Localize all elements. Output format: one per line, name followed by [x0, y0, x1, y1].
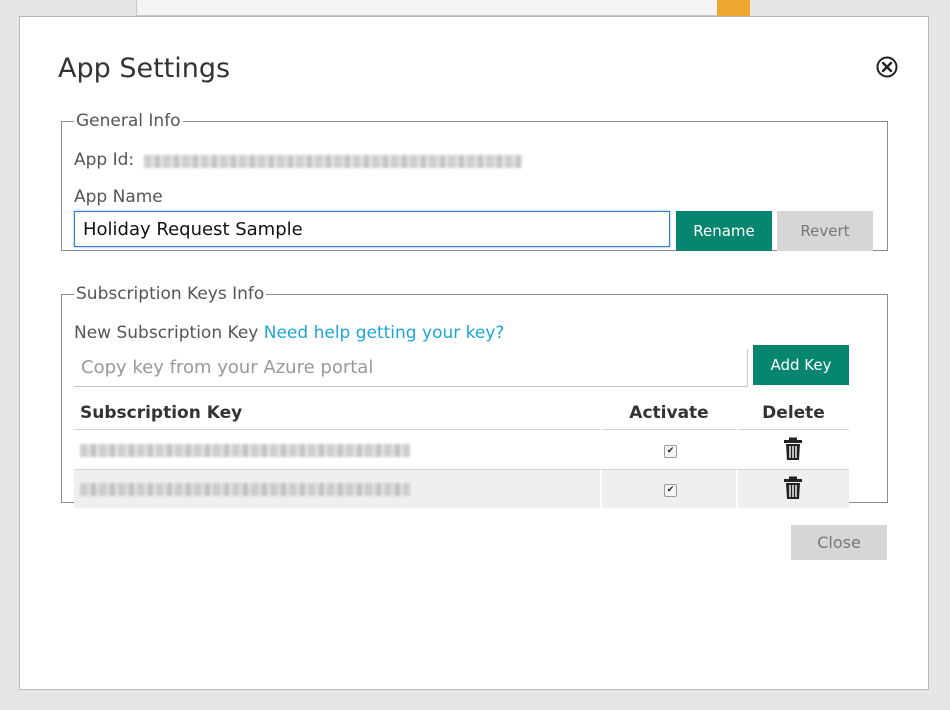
new-key-label: New Subscription Key — [74, 323, 259, 343]
table-row: ✔ — [74, 470, 849, 508]
new-key-label-line: New Subscription Key Need help getting y… — [74, 323, 504, 343]
background-toolbar — [136, 0, 750, 16]
help-link[interactable]: Need help getting your key? — [264, 323, 505, 343]
subscription-key-redacted — [80, 483, 410, 496]
general-info-section: General Info App Id: App Name Rename Rev… — [61, 112, 888, 251]
app-name-label: App Name — [74, 187, 163, 207]
close-icon[interactable] — [876, 56, 898, 78]
background-accent-button — [717, 0, 750, 16]
app-name-input[interactable] — [74, 211, 670, 247]
revert-button[interactable]: Revert — [777, 211, 873, 251]
cell-divider — [600, 470, 602, 508]
column-header-activate: Activate — [602, 399, 736, 430]
cell-divider — [736, 470, 738, 508]
add-key-button[interactable]: Add Key — [753, 345, 849, 385]
cell-divider — [736, 431, 738, 469]
rename-button[interactable]: Rename — [676, 211, 772, 251]
column-header-key: Subscription Key — [74, 399, 600, 430]
general-info-legend: General Info — [76, 111, 181, 131]
app-id-label: App Id: — [74, 150, 135, 170]
trash-icon[interactable] — [783, 476, 803, 500]
subscription-key-redacted — [80, 444, 410, 457]
close-button[interactable]: Close — [791, 525, 887, 560]
activate-checkbox[interactable]: ✔ — [664, 484, 677, 497]
subscription-key-input[interactable] — [74, 349, 748, 387]
table-row: ✔ — [74, 431, 849, 470]
dialog-title: App Settings — [58, 53, 231, 84]
subscription-keys-section: Subscription Keys Info New Subscription … — [61, 284, 888, 508]
app-settings-dialog: App Settings General Info App Id: App Na… — [19, 16, 929, 690]
app-id-value-redacted — [144, 155, 522, 168]
activate-checkbox[interactable]: ✔ — [664, 445, 677, 458]
cell-divider — [600, 431, 602, 469]
subscription-keys-legend: Subscription Keys Info — [76, 284, 265, 304]
trash-icon[interactable] — [783, 437, 803, 461]
column-header-delete: Delete — [738, 399, 849, 430]
